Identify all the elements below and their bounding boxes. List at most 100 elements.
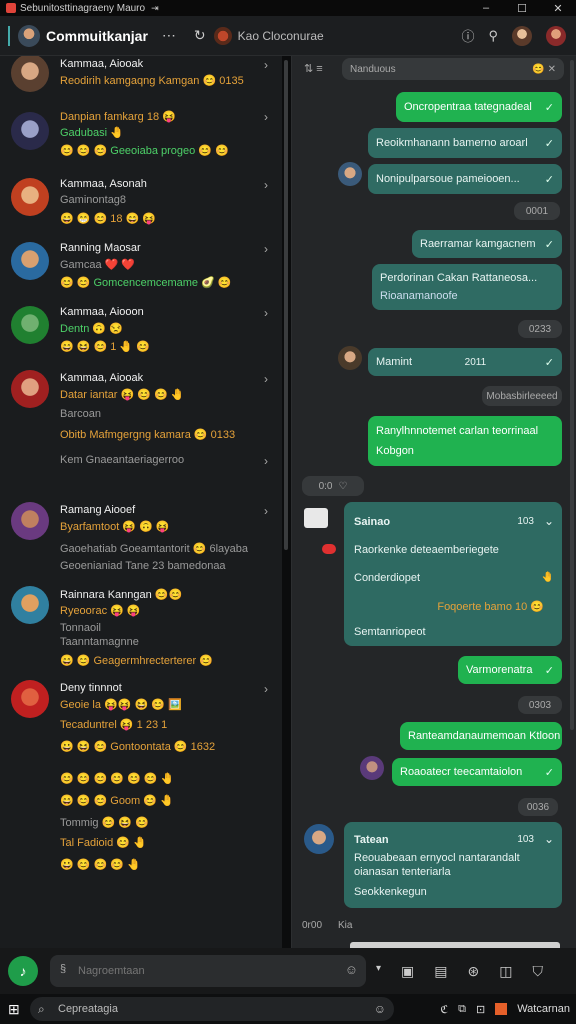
conversation-preview: Reodirih kamgaqng Kamgan 😊 0135: [60, 75, 244, 87]
maximize-button[interactable]: ☐: [504, 2, 540, 15]
chevron-right-icon[interactable]: ›: [264, 682, 268, 696]
document-icon[interactable]: ▤: [434, 963, 447, 980]
message-outgoing[interactable]: Varmorenatra ✓: [458, 656, 562, 684]
chevron-right-icon[interactable]: ›: [264, 242, 268, 256]
read-receipt-icon: ✓: [544, 664, 554, 677]
conversation-item[interactable]: Kammaa, Aiooak Datar iantar 😝 😊 😊 🤚 Barc…: [0, 370, 282, 490]
read-receipt-icon: ✓: [560, 730, 562, 743]
conversation-preview: Kem Gnaeantaeriagerroo: [60, 454, 185, 466]
contact-avatar: [11, 502, 49, 540]
read-receipt-icon: ✓: [544, 101, 554, 114]
flag-icon: 🤚: [541, 572, 554, 583]
message-card[interactable]: Tatean 103 ⌄ Reouabeaan ernyocl nantaran…: [344, 822, 562, 908]
conversation-preview: 😄 😊 Geagermhrecterterer 😊: [60, 655, 213, 667]
message-incoming[interactable]: Reoikmhanann bamerno aroarl ✓: [368, 128, 562, 158]
timestamp: 0001: [514, 202, 560, 220]
image-icon[interactable]: ▣: [401, 963, 414, 980]
menu-icon[interactable]: [8, 25, 14, 46]
chevron-right-icon[interactable]: ›: [264, 178, 268, 192]
conversation-preview: Tal Fadioid 😊 🤚: [60, 837, 147, 849]
conversation-preview: Ryeoorac 😝 😝: [60, 605, 141, 617]
message-incoming[interactable]: Mamint 2011 ✓: [368, 348, 562, 376]
contact-avatar: [11, 112, 49, 150]
currency-icon[interactable]: ⊛: [468, 963, 480, 980]
attach-icon[interactable]: §: [60, 963, 66, 975]
attachment-icon[interactable]: [304, 508, 328, 528]
conversation-preview: Tecaduntrel 😝 1 23 1: [60, 719, 168, 731]
conversation-item[interactable]: Danpian famkarg 18 😝 Gadubasi 🤚 😊 😊 😊 Ge…: [0, 108, 282, 168]
conversation-item[interactable]: Ramang Aiooef Byarfamtoot 😝 🙃 😝 Gaoehati…: [0, 502, 282, 578]
chat-avatar[interactable]: [213, 26, 232, 45]
voice-icon[interactable]: ☺: [374, 1002, 386, 1016]
message-outgoing[interactable]: Ranteamdanaumemoan Ktloon✓: [400, 722, 562, 750]
chevron-right-icon[interactable]: ›: [264, 454, 268, 468]
message-input[interactable]: [50, 955, 366, 987]
chevron-down-icon[interactable]: ▾: [376, 963, 381, 980]
message-incoming[interactable]: Nonipulparsoue pameiooen... ✓: [368, 164, 562, 194]
conversation-item[interactable]: Deny tinnnot Geoie la 😝😝 😆 😊 🖼️ Tecadunt…: [0, 680, 282, 900]
store-icon[interactable]: ⊡: [476, 1003, 485, 1016]
taskbar-search[interactable]: ⌕ Cepreatagia ☺: [30, 997, 394, 1021]
conversation-item[interactable]: Rainnara Kanngan 😊😊 Ryeoorac 😝 😝 Tonnaoi…: [0, 586, 282, 676]
sender-avatar: [360, 756, 384, 780]
sidebar-scrollbar[interactable]: [284, 60, 288, 550]
app-title: Commuitkanjar: [46, 27, 148, 44]
contact-avatar: [11, 586, 49, 624]
pin-window-icon[interactable]: ⇥: [151, 3, 159, 14]
info-icon[interactable]: ⓘ: [461, 26, 474, 45]
message-incoming[interactable]: Raerramar kamgacnem ✓: [412, 230, 562, 258]
message-outgoing[interactable]: Roaoatecr teecamtaiolon ✓: [392, 758, 562, 786]
chevron-right-icon[interactable]: ›: [264, 306, 268, 320]
contact-avatar: [11, 56, 49, 92]
more-icon[interactable]: ⋯: [162, 27, 176, 44]
sender-avatar: [338, 346, 362, 370]
pin-icon[interactable]: ⚲: [488, 28, 498, 44]
chevron-down-icon[interactable]: ⌄: [544, 832, 554, 846]
conversation-item[interactable]: Kammaa, Asonah Gaminontag8 😄 😁 😊 18 😄 😝 …: [0, 176, 282, 234]
conversation-name: Kammaa, Aiooak: [60, 58, 144, 70]
conversation-preview: 😊 😊 😊 Geeoiaba progeo 😊 😊: [60, 145, 229, 157]
close-button[interactable]: ✕: [540, 2, 576, 15]
emoji-picker-icon[interactable]: ☺: [345, 962, 358, 977]
conversation-name: Ramang Aiooef: [60, 504, 136, 516]
reaction-bar[interactable]: 0:0 ♡: [302, 476, 364, 496]
message-incoming[interactable]: Perdorinan Cakan Rattaneosa... Rioanaman…: [372, 264, 562, 310]
chevron-right-icon[interactable]: ›: [264, 58, 268, 72]
search-chip[interactable]: Nanduous 😊 ✕: [342, 58, 564, 80]
read-receipt-icon: ✓: [544, 356, 554, 369]
start-icon[interactable]: ⊞: [8, 1001, 20, 1018]
read-receipt-icon: ✓: [544, 238, 554, 251]
refresh-icon[interactable]: ↻: [194, 27, 206, 44]
chat-scrollbar[interactable]: [570, 60, 574, 730]
profile-avatar[interactable]: [18, 24, 40, 47]
message-outgoing[interactable]: Oncropentraa tategnadeal ✓: [396, 92, 562, 122]
chevron-right-icon[interactable]: ›: [264, 504, 268, 518]
heart-icon[interactable]: ♡: [338, 481, 347, 492]
mic-icon[interactable]: ♪: [8, 956, 38, 986]
chat-pane: ⇅ ≡ Nanduous 😊 ✕ Oncropentraa tategnadea…: [292, 56, 576, 948]
chevron-right-icon[interactable]: ›: [264, 110, 268, 124]
app-taskbar-label[interactable]: Watcarnan: [517, 1003, 570, 1015]
conversation-preview: Datar iantar 😝 😊 😊 🤚: [60, 389, 185, 401]
user-avatar[interactable]: [512, 25, 532, 46]
box-icon[interactable]: ◫: [499, 963, 512, 980]
shield-icon[interactable]: ⛉: [532, 963, 543, 980]
conversation-preview: 😊 😊 😊 😊 😊 😊 🤚: [60, 773, 175, 785]
message-card[interactable]: Sainao 103 ⌄ Raorkenke deteaemberiegete …: [344, 502, 562, 646]
conversation-preview: Taanntamagnne: [60, 636, 139, 648]
message-outgoing[interactable]: Ranylhnnotemet carlan teorrinaal Kobgon: [368, 416, 562, 466]
contact-avatar[interactable]: [546, 25, 566, 46]
chevron-right-icon[interactable]: ›: [264, 372, 268, 386]
conversation-item[interactable]: Ranning Maosar Gamcaa ❤️ ❤️ 😊 😊 Gomcence…: [0, 240, 282, 298]
conversation-name: Kammaa, Aiooon: [60, 306, 144, 318]
conversation-item[interactable]: Kammaa, Aiooak Reodirih kamgaqng Kamgan …: [0, 56, 282, 96]
files-icon[interactable]: ⧉: [458, 1003, 466, 1016]
conversation-item[interactable]: Kammaa, Aiooon Dentn 🙃 😒 😄 😆 😊 1 🤚 😊 ›: [0, 304, 282, 362]
app-taskbar-icon[interactable]: [495, 1003, 508, 1015]
conversation-preview: 😄 😊 😊 Goom 😊 🤚: [60, 795, 174, 807]
conversation-name: Kammaa, Asonah: [60, 178, 147, 190]
sort-icon[interactable]: ⇅ ≡: [304, 62, 323, 75]
chevron-down-icon[interactable]: ⌄: [544, 514, 554, 528]
minimize-button[interactable]: ‒: [468, 2, 504, 15]
chat-icon[interactable]: ℭ: [440, 1003, 448, 1016]
